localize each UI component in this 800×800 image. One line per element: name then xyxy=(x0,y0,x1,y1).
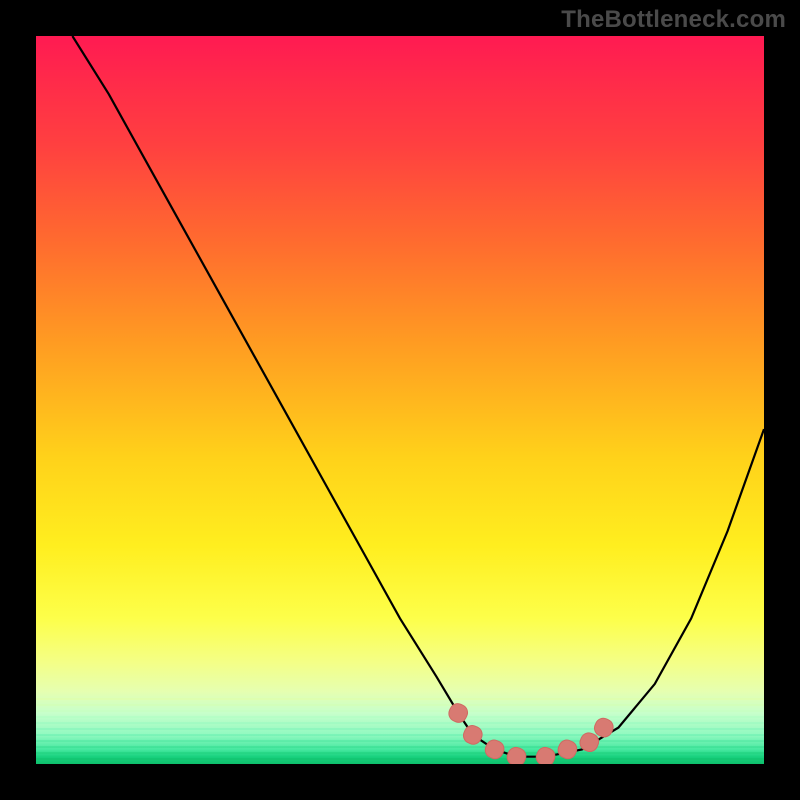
curve-path xyxy=(72,36,764,757)
plot-area xyxy=(36,36,764,764)
curve-marker xyxy=(505,745,529,764)
curve-marker xyxy=(446,701,470,725)
curve-marker xyxy=(483,738,507,762)
watermark-text: TheBottleneck.com xyxy=(561,6,786,34)
curve-markers xyxy=(446,701,615,764)
curve-marker xyxy=(534,745,558,764)
curve-marker xyxy=(556,738,580,762)
bottleneck-curve xyxy=(36,36,764,764)
chart-frame: TheBottleneck.com xyxy=(0,0,800,800)
curve-marker xyxy=(461,723,485,747)
